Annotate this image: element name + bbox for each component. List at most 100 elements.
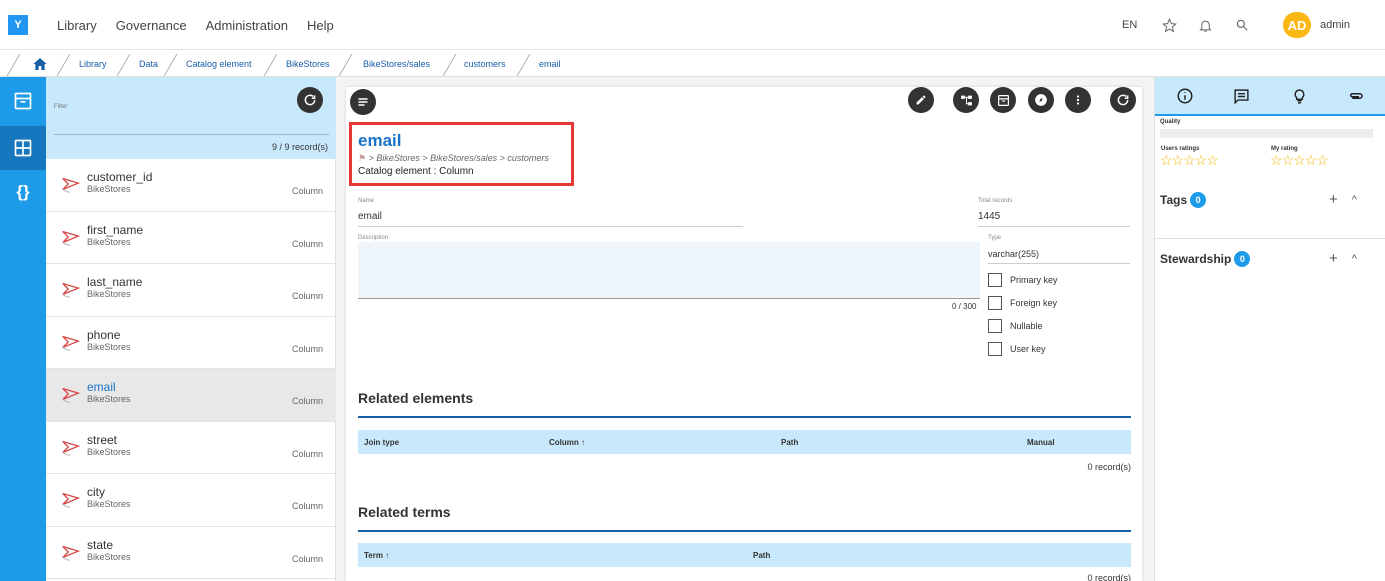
collapse-tags-icon[interactable]: ^: [1352, 191, 1357, 208]
primary-key-checkbox[interactable]: Primary key: [988, 273, 1058, 287]
my-rating-stars[interactable]: ☆☆☆☆☆: [1270, 152, 1329, 169]
list-item-source: BikeStores: [87, 289, 131, 299]
refresh-detail-button[interactable]: [1110, 87, 1136, 113]
list-item[interactable]: street BikeStores Column: [46, 422, 336, 474]
breadcrumb-separator: [163, 54, 178, 76]
name-field[interactable]: email: [358, 211, 382, 222]
list-item-name: city: [87, 485, 105, 499]
list-item-source: BikeStores: [87, 341, 131, 352]
left-rail: {}: [0, 77, 46, 581]
tags-section: Tags 0: [1160, 192, 1207, 208]
column-icon: [60, 331, 82, 353]
edit-button[interactable]: [908, 87, 934, 113]
breadcrumb-catalog-element[interactable]: Catalog element: [186, 59, 252, 69]
refresh-list-button[interactable]: [297, 87, 323, 113]
info-icon[interactable]: [1174, 86, 1196, 106]
list-item[interactable]: email BikeStores Column: [46, 369, 336, 422]
right-panel-tabs: [1155, 77, 1385, 116]
breadcrumb-library[interactable]: Library: [79, 59, 107, 69]
menu-button[interactable]: [350, 89, 376, 115]
breadcrumb-customers[interactable]: customers: [464, 59, 506, 69]
tags-label: Tags: [1160, 193, 1188, 207]
checkbox-box[interactable]: [988, 296, 1002, 310]
stewardship-section: Stewardship 0: [1160, 251, 1251, 267]
column-header-path[interactable]: Path: [781, 438, 798, 447]
list-item[interactable]: last_name BikeStores Column: [46, 264, 336, 317]
list-item-type: Column: [291, 501, 323, 511]
checkbox-label: Nullable: [1010, 321, 1043, 331]
foreign-key-checkbox[interactable]: Foreign key: [988, 296, 1057, 310]
related-terms-divider: [358, 530, 1131, 532]
checkbox-box[interactable]: [988, 273, 1002, 287]
description-field[interactable]: [358, 242, 980, 299]
column-icon: [60, 436, 82, 458]
breadcrumb-separator: [516, 54, 531, 76]
breadcrumb-data[interactable]: Data: [139, 59, 158, 69]
list-item[interactable]: city BikeStores Column: [46, 474, 336, 527]
home-icon[interactable]: [32, 56, 48, 72]
list-item-name: email: [87, 380, 116, 394]
breadcrumb-bikestores-sales[interactable]: BikeStores/sales: [363, 59, 430, 69]
filter-input[interactable]: [54, 134, 329, 135]
list-item-source: BikeStores: [87, 446, 131, 457]
nullable-checkbox[interactable]: Nullable: [988, 319, 1043, 333]
breadcrumb-bikestores[interactable]: BikeStores: [286, 59, 330, 69]
search-icon[interactable]: [1232, 15, 1252, 35]
description-label: Description: [358, 235, 389, 241]
breadcrumb: Library Data Catalog element BikeStores …: [0, 51, 1385, 77]
tags-actions: + ^: [1329, 191, 1357, 208]
checkbox-box[interactable]: [988, 342, 1002, 356]
avatar[interactable]: AD: [1283, 12, 1311, 38]
comment-icon[interactable]: [1230, 86, 1252, 106]
related-terms-title: Related terms: [358, 504, 451, 520]
list-item[interactable]: state BikeStores Column: [46, 527, 336, 579]
archive-icon[interactable]: [0, 79, 46, 123]
grid-icon[interactable]: [0, 126, 46, 170]
lineage-button[interactable]: [953, 87, 979, 113]
users-ratings-stars: ☆☆☆☆☆: [1160, 152, 1219, 168]
add-tag-icon[interactable]: +: [1329, 191, 1338, 208]
stewardship-actions: + ^: [1329, 250, 1357, 267]
element-list: customer_id BikeStores Column first_name Bik…: [46, 159, 336, 579]
breadcrumb-email[interactable]: email: [539, 59, 561, 69]
column-header-path[interactable]: Path: [753, 551, 770, 560]
explore-button[interactable]: [1028, 87, 1054, 113]
more-options-button[interactable]: [1065, 87, 1091, 113]
list-item-source: BikeStores: [87, 551, 131, 562]
lightbulb-icon[interactable]: [1288, 86, 1310, 106]
list-item[interactable]: first_name BikeStores Column: [46, 212, 336, 264]
language-selector[interactable]: EN: [1122, 19, 1137, 31]
column-header-column[interactable]: Column ↑: [549, 438, 585, 447]
list-item[interactable]: phone BikeStores Column: [46, 317, 336, 369]
menu-administration[interactable]: Administration: [206, 18, 288, 33]
list-item-name: first_name: [87, 222, 144, 237]
braces-icon[interactable]: {}: [0, 170, 46, 214]
list-item-source: BikeStores: [87, 184, 131, 194]
column-header-join-type[interactable]: Join type: [364, 438, 399, 447]
element-list-panel: Filter 9 / 9 record(s) customer_id BikeSt…: [46, 77, 336, 581]
record-count: 9 / 9 record(s): [271, 142, 328, 152]
breadcrumb-separator: [263, 54, 278, 76]
collapse-stewardship-icon[interactable]: ^: [1352, 250, 1357, 267]
add-steward-icon[interactable]: +: [1329, 250, 1338, 267]
menu-help[interactable]: Help: [307, 18, 334, 33]
archive-button[interactable]: [990, 87, 1016, 113]
checkbox-box[interactable]: [988, 319, 1002, 333]
star-icon[interactable]: [1159, 15, 1179, 35]
column-header-term[interactable]: Term ↑: [364, 551, 389, 560]
list-item-name: phone: [87, 327, 121, 342]
attachment-icon[interactable]: [1345, 86, 1367, 106]
column-icon: [60, 541, 82, 563]
menu-governance[interactable]: Governance: [116, 18, 187, 33]
column-header-manual[interactable]: Manual: [1027, 438, 1055, 447]
app-logo[interactable]: Y: [8, 15, 28, 35]
list-item[interactable]: customer_id BikeStores Column: [46, 159, 336, 212]
bell-icon[interactable]: [1195, 15, 1215, 35]
list-item-name: last_name: [87, 275, 143, 289]
user-key-checkbox[interactable]: User key: [988, 342, 1046, 356]
stewardship-label: Stewardship: [1160, 252, 1232, 266]
quality-label: Quality: [1160, 119, 1181, 125]
page-title: email: [358, 131, 402, 150]
username[interactable]: admin: [1320, 19, 1350, 31]
menu-library[interactable]: Library: [57, 18, 97, 33]
